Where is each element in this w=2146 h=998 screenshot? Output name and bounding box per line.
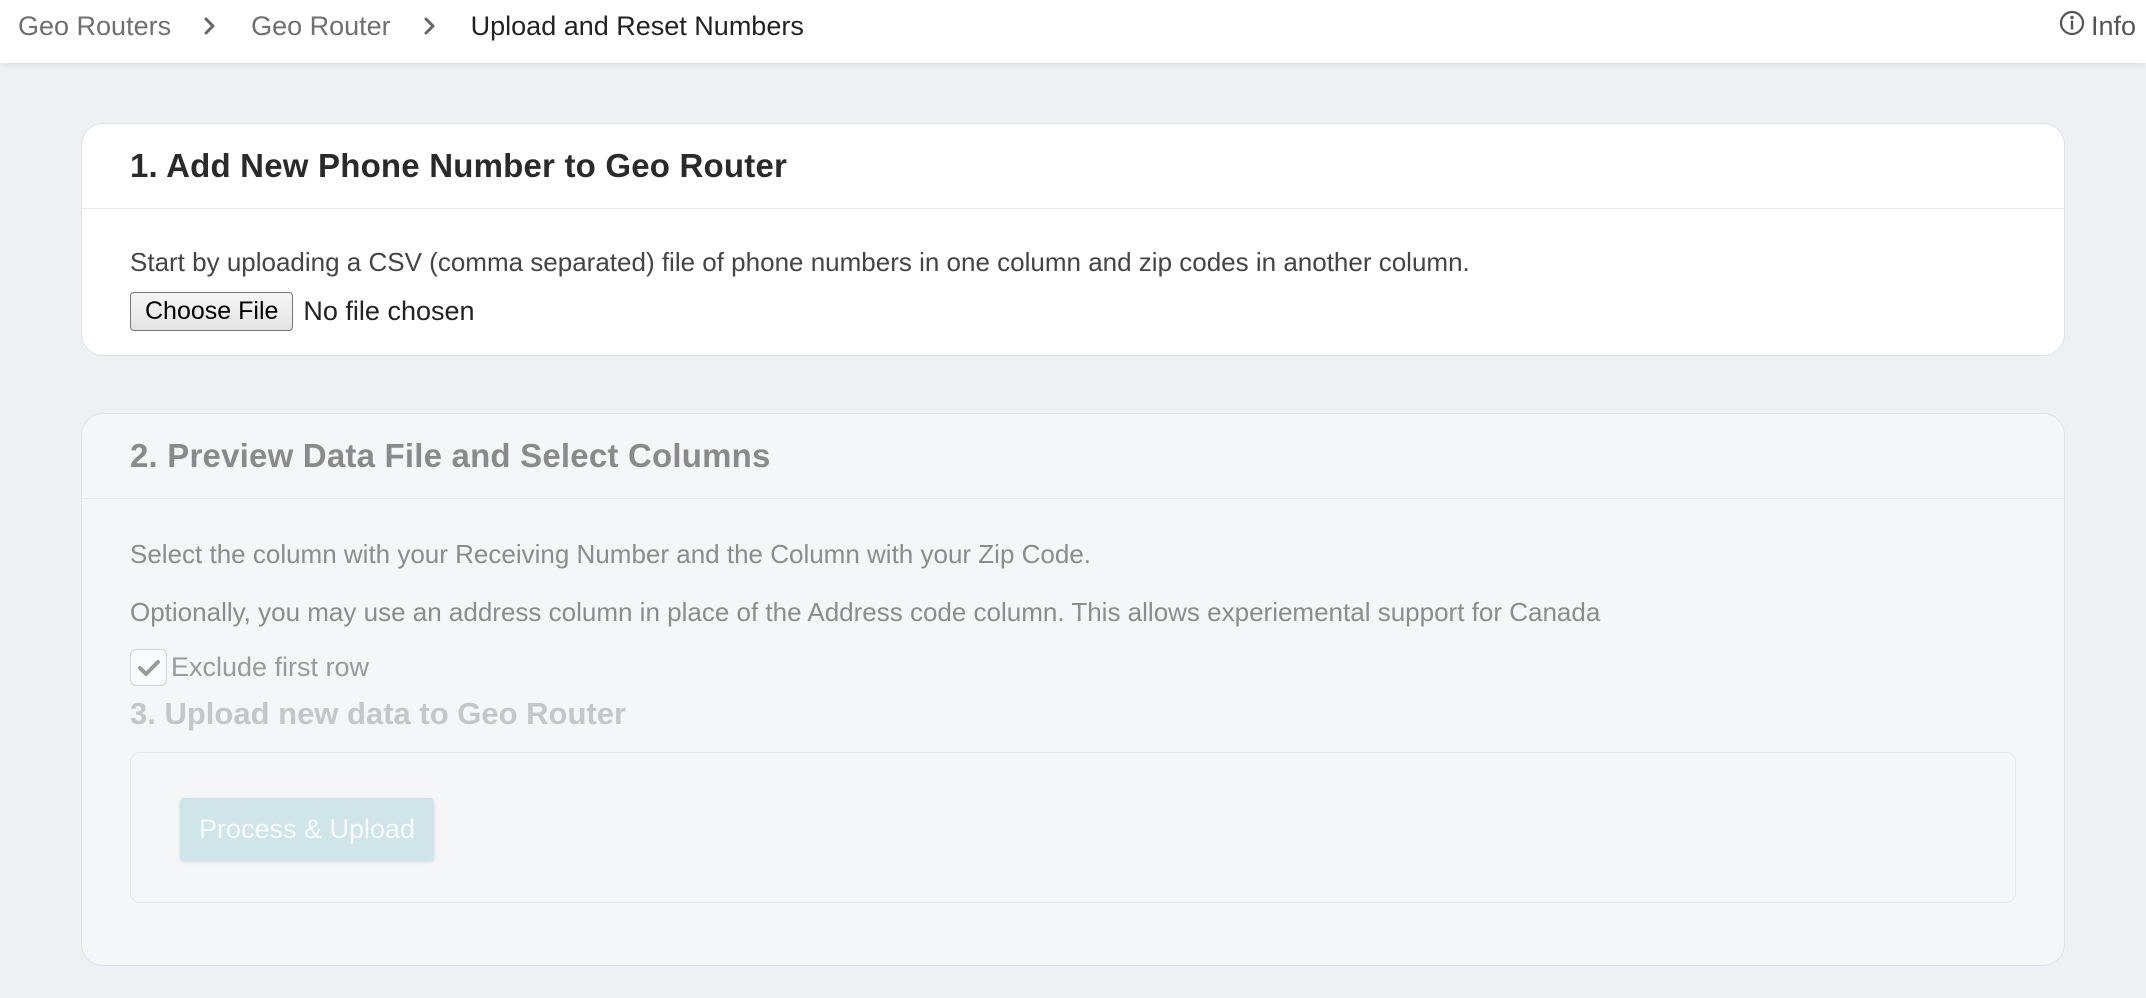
exclude-first-row-label: Exclude first row [171, 652, 370, 682]
breadcrumb-item-geo-router[interactable]: Geo Router [251, 11, 391, 42]
chevron-right-icon [199, 15, 221, 37]
breadcrumb-item-geo-routers[interactable]: Geo Routers [18, 11, 171, 42]
step2-instruction: Select the column with your Receiving Nu… [130, 539, 1092, 569]
step1-card: 1. Add New Phone Number to Geo Router St… [81, 123, 2065, 356]
info-icon [2059, 10, 2091, 43]
file-input[interactable]: Choose File No file chosen [130, 292, 2016, 331]
breadcrumb-current: Upload and Reset Numbers [470, 10, 804, 41]
step2-body: Select the column with your Receiving Nu… [82, 539, 2064, 903]
exclude-first-row-checkbox[interactable] [130, 649, 167, 686]
step2-header: 2. Preview Data File and Select Columns [82, 414, 2064, 499]
checkmark-icon [137, 659, 160, 676]
choose-file-button[interactable]: Choose File [130, 292, 294, 331]
exclude-first-row-option[interactable]: Exclude first row [130, 649, 2016, 686]
chevron-right-icon [419, 15, 441, 37]
step2-note: Optionally, you may use an address colum… [130, 597, 1601, 627]
step2-card: 2. Preview Data File and Select Columns … [81, 413, 2065, 966]
step1-title: 1. Add New Phone Number to Geo Router [130, 147, 788, 184]
breadcrumb: Geo Routers Geo Router Upload and Reset … [18, 0, 804, 52]
step3-panel: Process & Upload [130, 752, 2016, 903]
info-label: Info [2090, 10, 2136, 41]
process-upload-button[interactable]: Process & Upload [180, 798, 434, 861]
top-bar: Geo Routers Geo Router Upload and Reset … [0, 0, 2146, 63]
info-button[interactable]: Info [2059, 0, 2136, 52]
step2-title: 2. Preview Data File and Select Columns [130, 437, 771, 474]
file-status: No file chosen [303, 296, 475, 326]
step1-body: Start by uploading a CSV (comma separate… [82, 247, 2064, 331]
step3-title: 3. Upload new data to Geo Router [130, 696, 627, 731]
step1-header: 1. Add New Phone Number to Geo Router [82, 124, 2064, 209]
step1-description: Start by uploading a CSV (comma separate… [130, 247, 1470, 277]
